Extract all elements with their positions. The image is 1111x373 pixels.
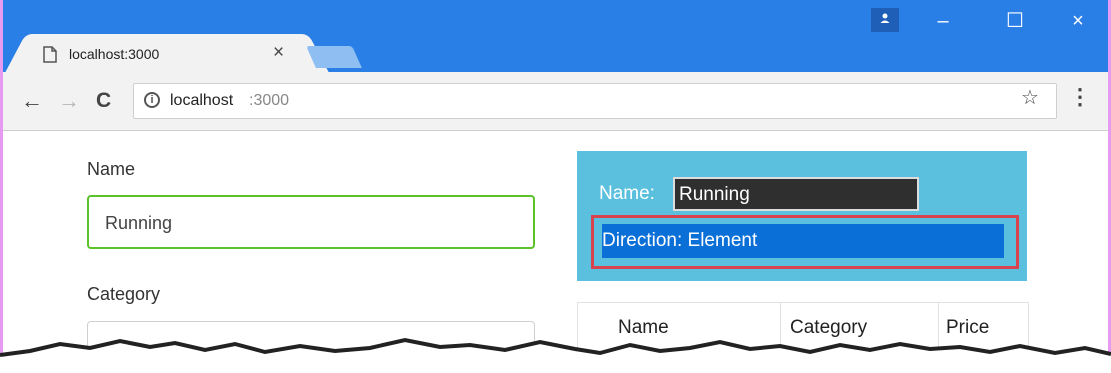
info-panel: Name: Running Direction: Element xyxy=(577,151,1027,281)
info-name-value: Running xyxy=(673,177,919,211)
back-arrow-icon[interactable]: ← xyxy=(21,90,43,112)
browser-tab[interactable]: localhost:3000 × xyxy=(33,34,301,74)
forward-arrow-icon[interactable]: → xyxy=(58,90,80,112)
url-port: :3000 xyxy=(249,92,290,109)
window-maximize-button[interactable]: ☐ xyxy=(993,10,1037,36)
browser-toolbar: ← → C i localhost :3000 ☆ ⋮ xyxy=(3,72,1108,131)
url-host: localhost xyxy=(170,92,234,109)
address-bar[interactable]: i localhost :3000 xyxy=(133,83,1057,119)
window-close-button[interactable]: × xyxy=(1056,10,1100,36)
direction-text: Direction: Element xyxy=(602,224,1004,258)
window-minimize-button[interactable]: – xyxy=(921,10,965,36)
name-label: Name xyxy=(87,159,136,179)
info-name-label: Name: xyxy=(599,183,655,204)
profile-button[interactable] xyxy=(871,8,899,32)
star-icon[interactable]: ☆ xyxy=(1021,87,1039,109)
title-bar: localhost:3000 × – ☐ × xyxy=(3,0,1108,74)
tab-title: localhost:3000 xyxy=(69,46,160,62)
menu-icon[interactable]: ⋮ xyxy=(1069,86,1091,108)
new-tab-button[interactable] xyxy=(306,46,362,68)
category-label: Category xyxy=(87,284,161,304)
torn-edge xyxy=(0,337,1111,373)
tab-close-button[interactable]: × xyxy=(273,43,284,63)
browser-window: localhost:3000 × – ☐ × ← → C i localhost… xyxy=(0,0,1111,373)
name-input[interactable]: Running xyxy=(87,195,535,249)
reload-icon[interactable]: C xyxy=(96,90,111,112)
info-icon[interactable]: i xyxy=(144,92,160,108)
direction-highlight: Direction: Element xyxy=(591,215,1019,269)
page-icon xyxy=(43,46,57,68)
profile-icon xyxy=(879,11,891,29)
